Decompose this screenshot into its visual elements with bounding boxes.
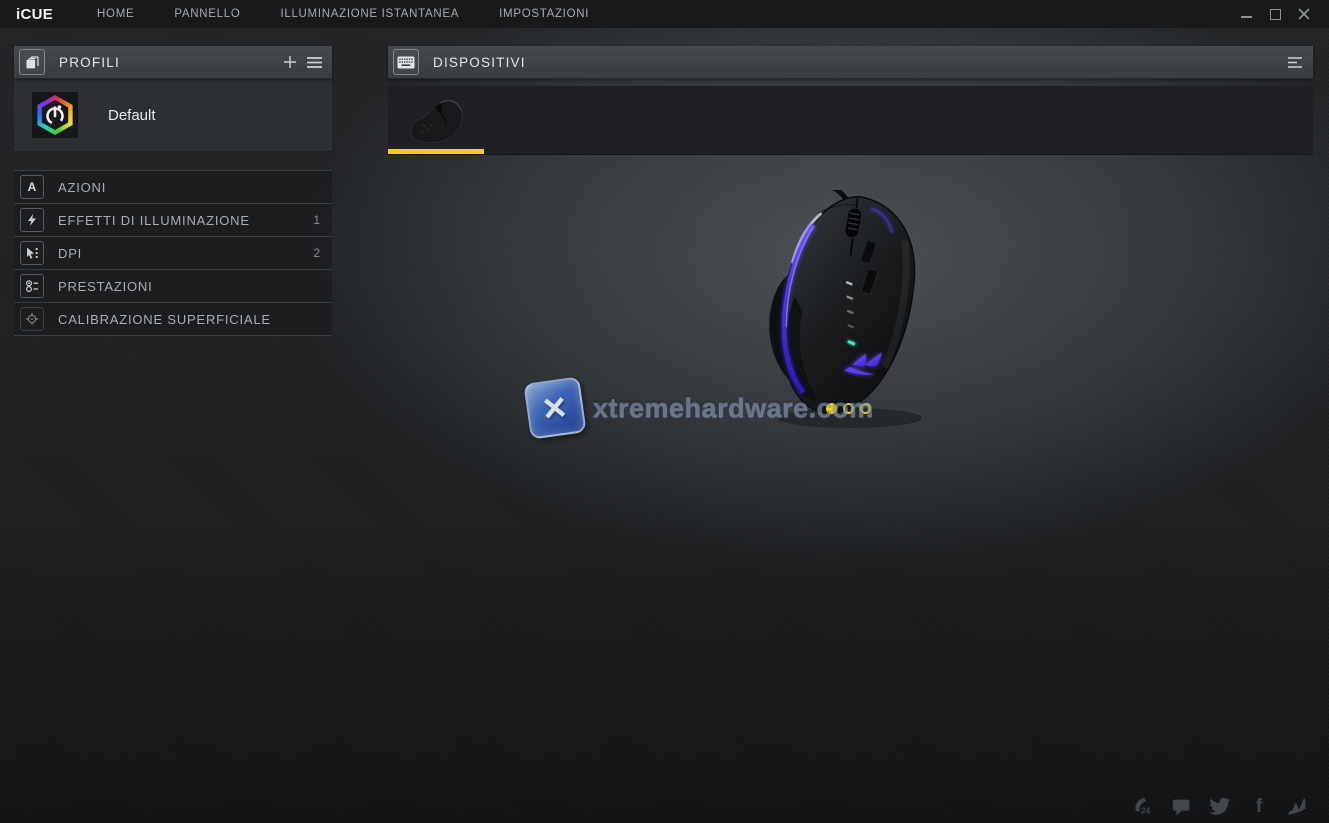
top-navigation: HOME PANNELLO ILLUMINAZIONE ISTANTANEA I… xyxy=(97,8,589,20)
close-button[interactable] xyxy=(1297,7,1311,21)
menu-item-badge: 1 xyxy=(313,213,320,227)
maximize-icon xyxy=(1270,9,1281,20)
menu-item-label: CALIBRAZIONE SUPERFICIALE xyxy=(58,312,271,327)
profile-avatar xyxy=(32,92,78,138)
svg-text:24: 24 xyxy=(1141,806,1151,815)
actions-a-icon: A xyxy=(20,175,44,199)
devices-panel-title: DISPOSITIVI xyxy=(433,55,526,70)
maximize-button[interactable] xyxy=(1268,7,1282,21)
device-tab-strip xyxy=(388,86,1313,155)
mouse-thumbnail xyxy=(404,92,468,148)
menu-item-label: PRESTAZIONI xyxy=(58,279,153,294)
footer-social-bar: 24 f xyxy=(1131,795,1309,817)
facebook-icon[interactable]: f xyxy=(1248,795,1270,817)
menu-item-badge: 2 xyxy=(313,246,320,260)
close-icon xyxy=(1298,8,1310,20)
watermark-text: xtremehardware.com xyxy=(593,393,874,424)
minimize-button[interactable] xyxy=(1239,7,1253,21)
calibration-crosshair-icon xyxy=(20,307,44,331)
profiles-panel-title: PROFILI xyxy=(59,55,120,70)
menu-item-label: DPI xyxy=(58,246,82,261)
performance-sliders-icon xyxy=(20,274,44,298)
minimize-icon xyxy=(1241,16,1252,18)
support-24-icon[interactable]: 24 xyxy=(1131,795,1153,817)
profiles-menu-button[interactable] xyxy=(307,56,322,69)
device-settings-menu: A AZIONI EFFETTI DI ILLUMINAZIONE 1 xyxy=(14,170,332,336)
devices-sort-icon[interactable] xyxy=(1288,56,1303,69)
nav-illuminazione-istantanea[interactable]: ILLUMINAZIONE ISTANTANEA xyxy=(280,8,459,20)
corsair-icon[interactable] xyxy=(1287,795,1309,817)
menu-item-effetti-di-illuminazione[interactable]: EFFETTI DI ILLUMINAZIONE 1 xyxy=(14,204,332,237)
menu-item-dpi[interactable]: DPI 2 xyxy=(14,237,332,270)
xtremehardware-watermark: × xtremehardware.com xyxy=(527,380,874,436)
add-profile-button[interactable] xyxy=(283,55,297,69)
watermark-x-icon: × xyxy=(523,376,586,439)
keyboard-icon xyxy=(393,49,419,75)
window-controls xyxy=(1239,7,1311,21)
nav-pannello[interactable]: PANNELLO xyxy=(174,8,240,20)
nav-impostazioni[interactable]: IMPOSTAZIONI xyxy=(499,8,589,20)
device-tab-mouse[interactable] xyxy=(388,86,484,154)
menu-item-calibrazione-superficiale[interactable]: CALIBRAZIONE SUPERFICIALE xyxy=(14,303,332,336)
menu-item-label: EFFETTI DI ILLUMINAZIONE xyxy=(58,213,250,228)
chat-icon[interactable] xyxy=(1170,795,1192,817)
twitter-icon[interactable] xyxy=(1209,795,1231,817)
profiles-panel-header: PROFILI xyxy=(14,46,332,79)
nav-home[interactable]: HOME xyxy=(97,8,134,20)
menu-item-azioni[interactable]: A AZIONI xyxy=(14,170,332,204)
profile-name: Default xyxy=(108,107,156,124)
dpi-cursor-icon xyxy=(20,241,44,265)
menu-item-prestazioni[interactable]: PRESTAZIONI xyxy=(14,270,332,303)
icue-logo: iCUE xyxy=(16,6,53,23)
selected-tab-indicator xyxy=(388,149,484,154)
icue-window: iCUE HOME PANNELLO ILLUMINAZIONE ISTANTA… xyxy=(0,0,1329,823)
top-menu-bar: iCUE HOME PANNELLO ILLUMINAZIONE ISTANTA… xyxy=(0,0,1329,28)
icue-profile-icon xyxy=(35,95,75,135)
profile-item-default[interactable]: Default xyxy=(14,79,332,152)
menu-item-label: AZIONI xyxy=(58,180,106,195)
lightning-icon xyxy=(20,208,44,232)
profiles-icon xyxy=(19,49,45,75)
devices-panel-header: DISPOSITIVI xyxy=(388,46,1313,79)
